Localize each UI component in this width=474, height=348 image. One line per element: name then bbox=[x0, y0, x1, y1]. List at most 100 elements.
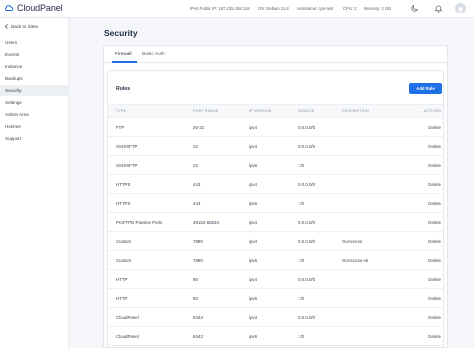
cell-ip-version: ipv4 bbox=[249, 144, 258, 149]
cell-type: CloudPanel bbox=[116, 334, 139, 339]
cell-ip-version: ipv4 bbox=[249, 125, 258, 130]
tab-firewall[interactable]: Firewall bbox=[115, 52, 132, 57]
cell-type: HTTP bbox=[116, 296, 128, 301]
delete-rule-button[interactable]: Delete bbox=[428, 144, 441, 149]
cell-type: ProFTPD Passive Ports bbox=[116, 220, 163, 225]
column-header-description: DESCRIPTION bbox=[342, 109, 369, 113]
cell-source: 0.0.0.0/0 bbox=[298, 182, 316, 187]
delete-rule-button[interactable]: Delete bbox=[428, 258, 441, 263]
cell-port-range: 22 bbox=[193, 144, 198, 149]
cell-ip-version: ipv6 bbox=[249, 163, 258, 168]
cell-type: Custom bbox=[116, 239, 132, 244]
delete-rule-button[interactable]: Delete bbox=[428, 239, 441, 244]
cell-ip-version: ipv4 bbox=[249, 220, 258, 225]
rules-panel: Rules Add Rule TYPE PORT RANGE IP VERSIO… bbox=[107, 70, 444, 347]
memory-info: Memory: 2 GB bbox=[364, 6, 391, 11]
delete-rule-button[interactable]: Delete bbox=[428, 315, 441, 320]
delete-rule-button[interactable]: Delete bbox=[428, 277, 441, 282]
cell-type: Custom bbox=[116, 258, 132, 263]
cell-description: GoAccess-v6 bbox=[342, 258, 369, 263]
cell-source: ::/0 bbox=[298, 296, 305, 301]
cell-type: CloudPanel bbox=[116, 315, 139, 320]
cell-source: 0.0.0.0/0 bbox=[298, 144, 316, 149]
column-header-source: SOURCE bbox=[298, 109, 315, 113]
delete-rule-button[interactable]: Delete bbox=[428, 125, 441, 130]
delete-rule-button[interactable]: Delete bbox=[428, 220, 441, 225]
cell-type: SSH/SFTP bbox=[116, 163, 138, 168]
cell-ip-version: ipv4 bbox=[249, 277, 258, 282]
os-info: OS: Debian 11.8 bbox=[258, 6, 289, 11]
sidebar-item-settings[interactable]: Settings bbox=[0, 97, 68, 108]
sidebar-item-backups[interactable]: Backups bbox=[0, 73, 68, 84]
cell-port-range: 8443 bbox=[193, 334, 203, 339]
cell-port-range: 49152-65534 bbox=[193, 220, 219, 225]
cloud-icon bbox=[5, 5, 14, 11]
sidebar-item-events[interactable]: Events bbox=[0, 49, 68, 60]
sidebar-item-instance[interactable]: Instance bbox=[0, 61, 68, 72]
delete-rule-button[interactable]: Delete bbox=[428, 334, 441, 339]
cell-port-range: 443 bbox=[193, 182, 201, 187]
cell-ip-version: ipv6 bbox=[249, 334, 258, 339]
cell-port-range: 7890 bbox=[193, 239, 203, 244]
cell-source: ::/0 bbox=[298, 334, 305, 339]
delete-rule-button[interactable]: Delete bbox=[428, 296, 441, 301]
table-header: TYPE PORT RANGE IP VERSION SOURCE DESCRI… bbox=[108, 104, 443, 118]
table-row: SSH/SFTP 22 ipv6 ::/0 Delete bbox=[108, 156, 443, 175]
table-row: SSH/SFTP 22 ipv4 0.0.0.0/0 Delete bbox=[108, 137, 443, 156]
cpu-info: CPU: 2 bbox=[343, 6, 357, 11]
sidebar-item-security[interactable]: Security bbox=[0, 85, 68, 96]
table-row: Custom 7890 ipv4 0.0.0.0/0 GoAccess Dele… bbox=[108, 232, 443, 251]
chevron-left-icon bbox=[4, 24, 8, 29]
table-row: FTP 20-21 ipv4 0.0.0.0/0 Delete bbox=[108, 118, 443, 137]
cell-port-range: 20-21 bbox=[193, 125, 205, 130]
table-row: HTTPS 443 ipv4 0.0.0.0/0 Delete bbox=[108, 175, 443, 194]
moon-icon[interactable] bbox=[410, 4, 419, 13]
table-row: CloudPanel 8443 ipv6 ::/0 Delete bbox=[108, 327, 443, 346]
hostname-info: Hostname: cpn-test bbox=[297, 6, 334, 11]
security-card: Firewall Basic Auth Rules Add Rule TYPE … bbox=[103, 45, 448, 348]
sidebar-item-users[interactable]: Users bbox=[0, 37, 68, 48]
cell-source: ::/0 bbox=[298, 163, 305, 168]
table-row: HTTPS 443 ipv6 ::/0 Delete bbox=[108, 194, 443, 213]
sidebar-item-hetzner[interactable]: Hetzner bbox=[0, 121, 68, 132]
sidebar-item-support[interactable]: Support bbox=[0, 133, 68, 144]
cell-type: SSH/SFTP bbox=[116, 144, 138, 149]
bell-icon[interactable] bbox=[434, 4, 443, 13]
cell-source: 0.0.0.0/0 bbox=[298, 315, 316, 320]
cell-source: ::/0 bbox=[298, 201, 305, 206]
cell-source: 0.0.0.0/0 bbox=[298, 125, 316, 130]
cell-source: 0.0.0.0/0 bbox=[298, 239, 316, 244]
cell-type: FTP bbox=[116, 125, 125, 130]
column-header-ip-version: IP VERSION bbox=[249, 109, 272, 113]
cell-ip-version: ipv4 bbox=[249, 239, 258, 244]
brand-name: CloudPanel bbox=[17, 3, 63, 13]
user-icon bbox=[457, 7, 464, 14]
delete-rule-button[interactable]: Delete bbox=[428, 201, 441, 206]
delete-rule-button[interactable]: Delete bbox=[428, 182, 441, 187]
cell-type: HTTPS bbox=[116, 201, 131, 206]
cell-source: 0.0.0.0/0 bbox=[298, 277, 316, 282]
table-row: Custom 7890 ipv6 ::/0 GoAccess-v6 Delete bbox=[108, 251, 443, 270]
table-row: HTTP 80 ipv4 0.0.0.0/0 Delete bbox=[108, 270, 443, 289]
cell-source: ::/0 bbox=[298, 258, 305, 263]
brand-logo[interactable]: CloudPanel bbox=[4, 3, 63, 13]
rules-title: Rules bbox=[116, 86, 131, 92]
page-title: Security bbox=[104, 28, 138, 38]
add-rule-button[interactable]: Add Rule bbox=[409, 83, 442, 94]
column-header-actions: ACTIONS bbox=[423, 109, 441, 113]
avatar[interactable] bbox=[455, 3, 466, 14]
table-row: CloudPanel 8443 ipv4 0.0.0.0/0 Delete bbox=[108, 308, 443, 327]
sidebar-item-admin-area[interactable]: Admin Area bbox=[0, 109, 68, 120]
cell-port-range: 80 bbox=[193, 296, 198, 301]
back-to-sites-label: Back to Sites bbox=[11, 24, 38, 29]
delete-rule-button[interactable]: Delete bbox=[428, 163, 441, 168]
cell-port-range: 22 bbox=[193, 163, 198, 168]
cell-port-range: 7890 bbox=[193, 258, 203, 263]
cell-port-range: 80 bbox=[193, 277, 198, 282]
tab-basic-auth[interactable]: Basic Auth bbox=[142, 52, 165, 57]
tab-bar: Firewall Basic Auth bbox=[104, 46, 447, 63]
cell-ip-version: ipv6 bbox=[249, 296, 258, 301]
back-to-sites-link[interactable]: Back to Sites bbox=[4, 24, 38, 29]
cell-ip-version: ipv6 bbox=[249, 201, 258, 206]
cell-source: 0.0.0.0/0 bbox=[298, 220, 316, 225]
